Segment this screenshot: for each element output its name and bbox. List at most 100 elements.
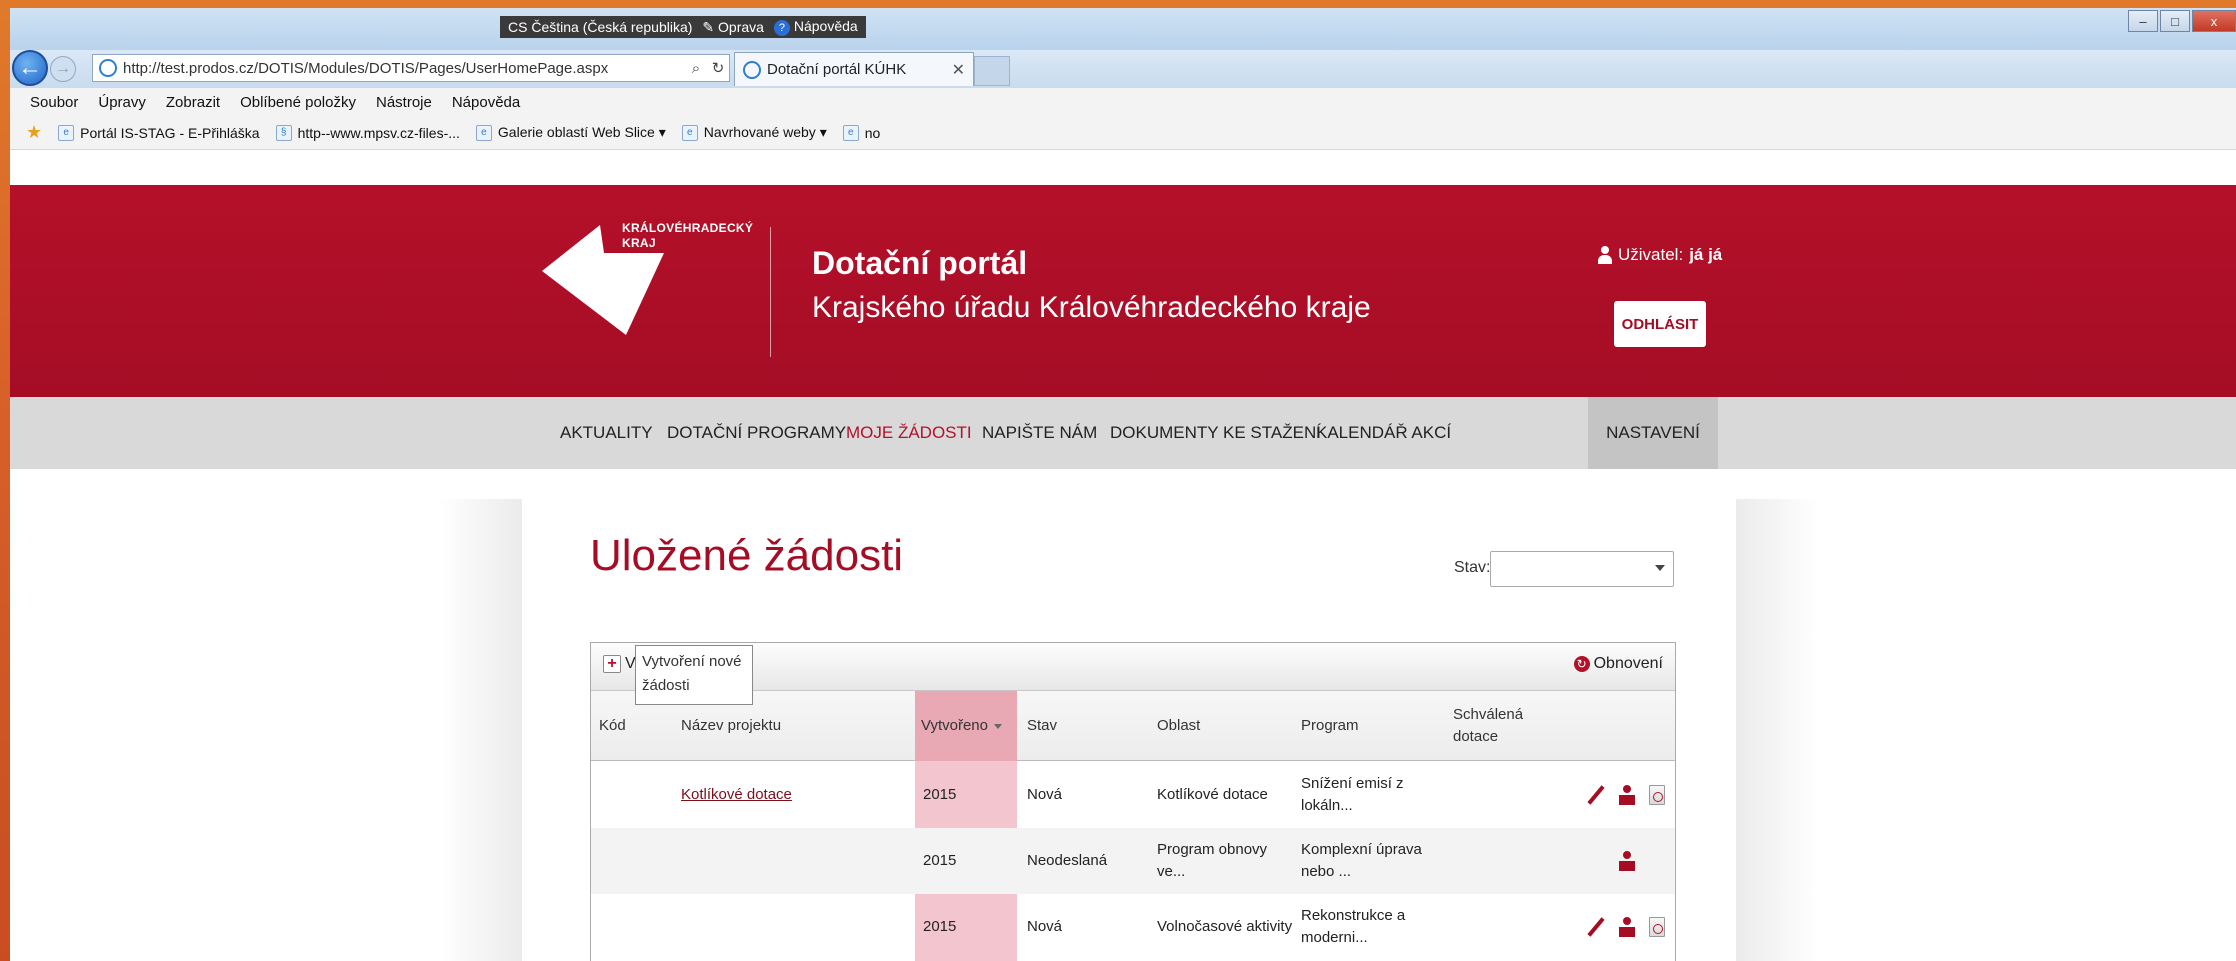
browser-tab[interactable]: Dotační portál KÚHK ✕ bbox=[734, 52, 974, 86]
person-icon[interactable] bbox=[1619, 917, 1635, 937]
cell-vytvoreno: 2015 bbox=[923, 786, 957, 803]
cell-program: Snížení emisí z lokáln... bbox=[1301, 775, 1404, 814]
table-row[interactable]: 2015 Nová Volnočasové aktivity Rekonstru… bbox=[591, 894, 1675, 960]
content-shadow bbox=[1726, 499, 1818, 961]
address-bar[interactable]: http://test.prodos.cz/DOTIS/Modules/DOTI… bbox=[92, 54, 730, 82]
table-row[interactable]: 2015 Neodeslaná Program obnovy ve... Kom… bbox=[591, 828, 1675, 894]
person-icon[interactable] bbox=[1619, 851, 1635, 871]
menu-soubor[interactable]: Soubor bbox=[30, 94, 78, 111]
browser-window: CS Čeština (Česká republika) ✎ Oprava ? … bbox=[10, 8, 2236, 961]
pencil-icon[interactable] bbox=[1587, 786, 1605, 804]
row-actions bbox=[1587, 762, 1677, 828]
ie-page-icon: e bbox=[681, 124, 698, 141]
address-input[interactable]: http://test.prodos.cz/DOTIS/Modules/DOTI… bbox=[123, 60, 685, 77]
favorite-label: Navrhované weby ▾ bbox=[703, 124, 827, 140]
nav-napiste-nam[interactable]: NAPIŠTE NÁM bbox=[982, 397, 1097, 469]
favorite-link[interactable]: e Galerie oblastí Web Slice ▾ bbox=[475, 124, 666, 141]
status-filter-select[interactable] bbox=[1490, 551, 1674, 587]
nav-moje-zadosti[interactable]: MOJE ŽÁDOSTI bbox=[846, 397, 972, 469]
main-content: Uložené žádosti Stav: + V sti Vytvoření … bbox=[522, 499, 1736, 961]
logo-line1: KRÁLOVÉHRADECKÝ bbox=[622, 221, 754, 235]
refresh-button[interactable]: ↻ Obnovení bbox=[1573, 655, 1663, 673]
maximize-button[interactable]: □ bbox=[2160, 10, 2190, 32]
ime-fix-label: Oprava bbox=[718, 18, 764, 35]
cell-oblast: Kotlíkové dotace bbox=[1157, 786, 1268, 803]
language-bar: CS Čeština (Česká republika) ✎ Oprava ? … bbox=[500, 16, 866, 38]
user-label: Uživatel: bbox=[1618, 245, 1684, 264]
pencil-icon[interactable] bbox=[1587, 918, 1605, 936]
refresh-label: Obnovení bbox=[1593, 655, 1663, 672]
plus-icon: + bbox=[603, 655, 621, 673]
tab-title: Dotační portál KÚHK bbox=[767, 61, 907, 78]
favorite-label: http--www.mpsv.cz-files-... bbox=[297, 124, 460, 141]
content-shadow bbox=[440, 499, 532, 961]
page-title: Uložené žádosti bbox=[590, 531, 904, 580]
close-window-button[interactable]: x bbox=[2192, 10, 2236, 32]
portal-subtitle: Krajského úřadu Královéhradeckého kraje bbox=[812, 291, 1371, 324]
favorite-label: no bbox=[864, 124, 881, 141]
title-bar: CS Čeština (Česká republika) ✎ Oprava ? … bbox=[10, 8, 2236, 50]
favorite-link[interactable]: e Navrhované weby ▾ bbox=[681, 124, 827, 141]
minimize-button[interactable]: – bbox=[2128, 10, 2158, 32]
column-header-program[interactable]: Program bbox=[1301, 691, 1359, 761]
sort-desc-icon bbox=[993, 723, 1002, 729]
cell-stav: Neodeslaná bbox=[1027, 852, 1108, 869]
column-header-vytvoreno[interactable]: Vytvořeno bbox=[915, 691, 1017, 761]
favorites-add-icon[interactable]: ★ bbox=[26, 122, 42, 143]
menu-napoveda[interactable]: Nápověda bbox=[452, 94, 520, 111]
column-header-vytvoreno-label: Vytvořeno bbox=[921, 717, 988, 734]
tooltip: Vytvoření nové žádosti bbox=[635, 645, 753, 705]
grid-toolbar: + V sti Vytvoření nové žádosti ↻ Obnoven… bbox=[591, 643, 1675, 705]
ime-fix[interactable]: ✎ Oprava bbox=[702, 19, 764, 36]
cell-stav: Nová bbox=[1027, 786, 1063, 803]
page-icon: § bbox=[275, 124, 292, 141]
refresh-icon[interactable]: ↻ bbox=[707, 59, 729, 77]
portal-title: Dotační portál bbox=[812, 245, 1028, 281]
help-icon: ? bbox=[773, 20, 790, 36]
project-link[interactable]: Kotlíkové dotace bbox=[681, 784, 792, 806]
column-header-dotace[interactable]: Schválená dotace bbox=[1453, 691, 1543, 761]
tab-close-icon[interactable]: ✕ bbox=[952, 60, 965, 80]
status-filter-label: Stav: bbox=[1454, 559, 1491, 576]
menu-oblibene[interactable]: Oblíbené položky bbox=[240, 94, 356, 111]
search-icon[interactable]: ⌕ bbox=[685, 60, 707, 77]
column-header-oblast[interactable]: Oblast bbox=[1157, 691, 1200, 761]
trash-icon[interactable] bbox=[1649, 785, 1665, 805]
nav-aktuality[interactable]: AKTUALITY bbox=[560, 397, 653, 469]
back-button[interactable]: ← bbox=[12, 50, 48, 86]
logo-text: KRÁLOVÉHRADECKÝ KRAJ bbox=[622, 221, 753, 251]
favorite-link[interactable]: e Portál IS-STAG - E-Přihláška bbox=[58, 124, 260, 141]
language-indicator[interactable]: CS Čeština (Česká republika) bbox=[508, 19, 692, 35]
site-header: KRÁLOVÉHRADECKÝ KRAJ Dotační portál Kraj… bbox=[10, 185, 2236, 397]
row-actions bbox=[1587, 828, 1677, 894]
favorite-link[interactable]: e no bbox=[842, 124, 881, 141]
new-tab-button[interactable] bbox=[974, 56, 1010, 86]
cell-vytvoreno: 2015 bbox=[923, 852, 957, 869]
favorite-link[interactable]: § http--www.mpsv.cz-files-... bbox=[275, 124, 460, 141]
trash-icon[interactable] bbox=[1649, 917, 1665, 937]
menu-nastroje[interactable]: Nástroje bbox=[376, 94, 432, 111]
column-header-stav[interactable]: Stav bbox=[1027, 691, 1057, 761]
main-navigation: AKTUALITY DOTAČNÍ PROGRAMY MOJE ŽÁDOSTI … bbox=[10, 397, 2236, 469]
forward-button[interactable]: → bbox=[50, 56, 76, 82]
ie-page-icon: e bbox=[842, 124, 859, 141]
nav-kalendar[interactable]: KALENDÁŘ AKCÍ bbox=[1316, 397, 1451, 469]
nav-dokumenty[interactable]: DOKUMENTY KE STAŽENÍ bbox=[1110, 397, 1321, 469]
cell-vytvoreno: 2015 bbox=[923, 918, 957, 935]
ie-tab-icon bbox=[743, 60, 761, 79]
cell-program: Komplexní úprava nebo ... bbox=[1301, 841, 1422, 880]
table-row[interactable]: Kotlíkové dotace 2015 Nová Kotlíkové dot… bbox=[591, 762, 1675, 828]
column-header-kod[interactable]: Kód bbox=[599, 691, 626, 761]
ime-help-label: Nápověda bbox=[793, 18, 858, 34]
favorite-label: Galerie oblastí Web Slice ▾ bbox=[497, 124, 666, 140]
logout-button[interactable]: ODHLÁSIT bbox=[1614, 301, 1706, 347]
menu-upravy[interactable]: Úpravy bbox=[98, 94, 146, 111]
nav-dotacni-programy[interactable]: DOTAČNÍ PROGRAMY bbox=[667, 397, 846, 469]
requests-grid: + V sti Vytvoření nové žádosti ↻ Obnoven… bbox=[590, 642, 1676, 961]
ime-help[interactable]: ? Nápověda bbox=[773, 18, 858, 36]
person-icon[interactable] bbox=[1619, 785, 1635, 805]
nav-nastaveni[interactable]: NASTAVENÍ bbox=[1588, 397, 1718, 469]
row-actions bbox=[1587, 894, 1677, 960]
favorite-label: Portál IS-STAG - E-Přihláška bbox=[80, 124, 260, 141]
menu-zobrazit[interactable]: Zobrazit bbox=[166, 94, 220, 111]
